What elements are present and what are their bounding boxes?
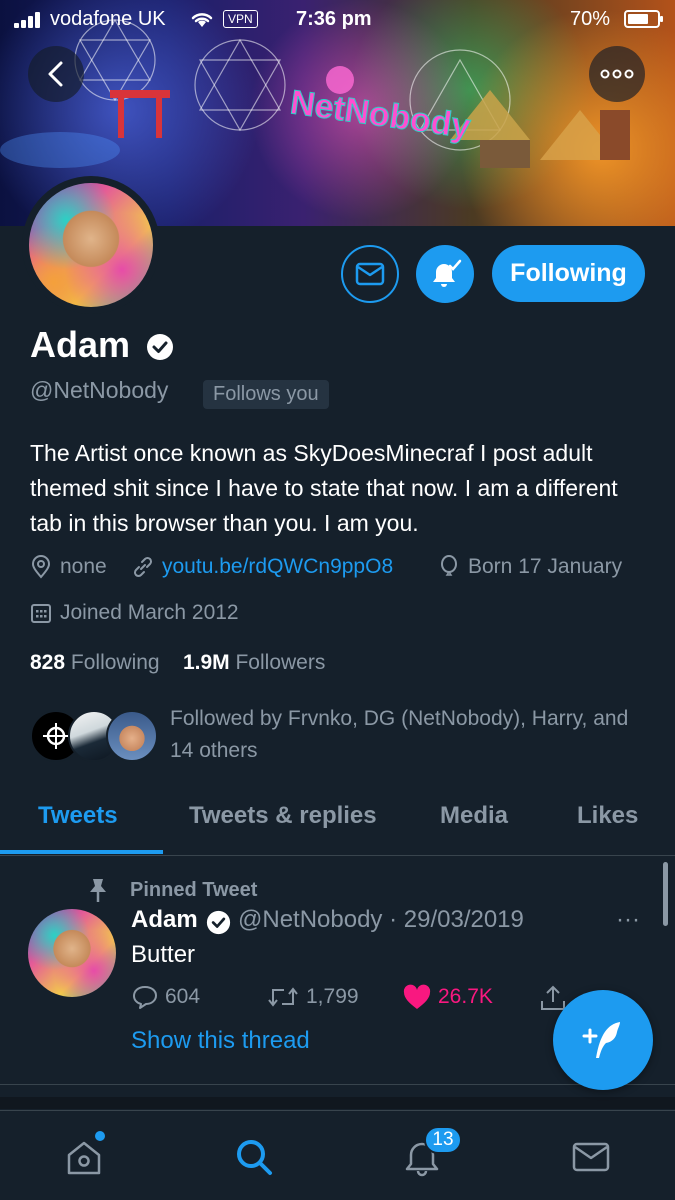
calendar-icon	[31, 604, 51, 623]
notifications-badge: 13	[424, 1126, 462, 1154]
profile-handle: @NetNobody	[30, 377, 169, 403]
pinned-tweet-header: Pinned Tweet	[86, 877, 257, 903]
nav-home[interactable]	[64, 1137, 104, 1182]
active-tab-indicator	[0, 850, 163, 854]
follows-you-badge: Follows you	[203, 380, 329, 409]
divider	[0, 1084, 675, 1085]
joined-text: Joined March 2012	[60, 601, 239, 624]
profile-bio: The Artist once known as SkyDoesMinecraf…	[30, 440, 618, 536]
compose-quill-icon	[582, 1022, 620, 1058]
tweet-handle-date: @NetNobody · 29/03/2019	[238, 906, 524, 933]
birthday-text: Born 17 January	[468, 555, 623, 578]
more-icon	[600, 69, 634, 79]
battery-icon	[624, 10, 663, 28]
link-icon	[133, 556, 153, 578]
balloon-icon	[441, 555, 457, 576]
follow-counts: 828 Following 1.9M Followers	[30, 651, 325, 675]
followed-by-text[interactable]: Followed by Frvnko, DG (NetNobody), Harr…	[170, 703, 640, 767]
retweet-icon	[268, 987, 298, 1007]
tab-media[interactable]: Media	[440, 802, 508, 830]
reply-count: 604	[165, 985, 201, 1008]
signal-icon	[14, 12, 44, 28]
nav-search[interactable]	[234, 1137, 274, 1182]
location-text: none	[60, 555, 107, 578]
share-icon	[541, 985, 565, 1010]
reply-button[interactable]: 604	[131, 984, 200, 1010]
avatar-image	[29, 183, 153, 307]
wifi-icon	[191, 13, 213, 27]
search-icon	[237, 1140, 272, 1175]
profile-name: Adam	[30, 324, 131, 365]
location-pin-icon	[31, 555, 51, 579]
scrollbar[interactable]	[663, 862, 668, 926]
profile-tabs: Tweets Tweets & replies Media Likes	[0, 788, 675, 856]
battery-percent: 70%	[570, 8, 611, 30]
vpn-badge: VPN	[223, 10, 258, 28]
chevron-left-icon	[48, 61, 63, 87]
tweet-author-avatar[interactable]	[28, 909, 116, 997]
tab-tweets[interactable]: Tweets	[38, 802, 118, 830]
crosshair-icon	[43, 723, 69, 749]
carrier-name: vodafone UK	[50, 8, 166, 30]
home-icon	[67, 1141, 101, 1175]
home-unread-dot	[95, 1131, 105, 1141]
heart-icon	[403, 984, 431, 1009]
nav-messages[interactable]	[571, 1137, 611, 1182]
website[interactable]: youtu.be/rdQWCn9ppO8	[132, 555, 393, 579]
pin-icon	[90, 879, 106, 902]
following-count: 828	[30, 651, 66, 674]
envelope-icon	[572, 1142, 610, 1172]
tweet-author-name[interactable]: Adam	[131, 906, 198, 934]
website-link[interactable]: youtu.be/rdQWCn9ppO8	[162, 555, 393, 579]
tab-tweets-replies[interactable]: Tweets & replies	[189, 802, 377, 830]
verified-icon	[206, 910, 231, 935]
birthday: Born 17 January	[438, 555, 622, 579]
location: none	[30, 555, 107, 579]
bell-check-icon	[433, 259, 462, 287]
back-button[interactable]	[28, 46, 84, 102]
status-bar: vodafone UK VPN 7:36 pm 70%	[0, 0, 675, 40]
show-thread-link[interactable]: Show this thread	[131, 1027, 310, 1055]
bottom-navigation: 13	[0, 1110, 675, 1200]
like-count: 26.7K	[438, 985, 493, 1008]
pinned-label: Pinned Tweet	[130, 878, 258, 901]
followers-count: 1.9M	[182, 651, 230, 674]
banner-logo: NetNobody	[288, 83, 473, 146]
verified-icon	[147, 334, 173, 360]
tweet-more-button[interactable]: ···	[616, 906, 640, 934]
like-button[interactable]: 26.7K	[402, 984, 493, 1010]
profile-avatar[interactable]	[22, 176, 160, 314]
timeline-separator	[0, 1097, 675, 1109]
notifications-toggle-button[interactable]	[416, 245, 474, 303]
tab-likes[interactable]: Likes	[577, 802, 638, 830]
tweet-text: Butter	[131, 941, 196, 968]
message-button[interactable]	[341, 245, 399, 303]
followers-label: Followers	[235, 651, 326, 674]
retweet-button[interactable]: 1,799	[266, 984, 359, 1010]
follower-avatar	[106, 710, 158, 762]
envelope-icon	[355, 262, 385, 286]
following-label: Following	[70, 651, 160, 674]
compose-tweet-button[interactable]	[553, 990, 653, 1090]
battery-fill	[628, 14, 648, 24]
followers-count-link[interactable]: 1.9M Followers	[183, 651, 325, 674]
following-button[interactable]: Following	[492, 245, 645, 302]
reply-icon	[133, 986, 157, 1009]
joined-date: Joined March 2012	[30, 601, 239, 625]
more-options-button[interactable]	[589, 46, 645, 102]
followed-by-avatars[interactable]	[30, 708, 160, 764]
clock: 7:36 pm	[296, 8, 372, 30]
retweet-count: 1,799	[306, 985, 359, 1008]
following-count-link[interactable]: 828 Following	[30, 651, 160, 674]
